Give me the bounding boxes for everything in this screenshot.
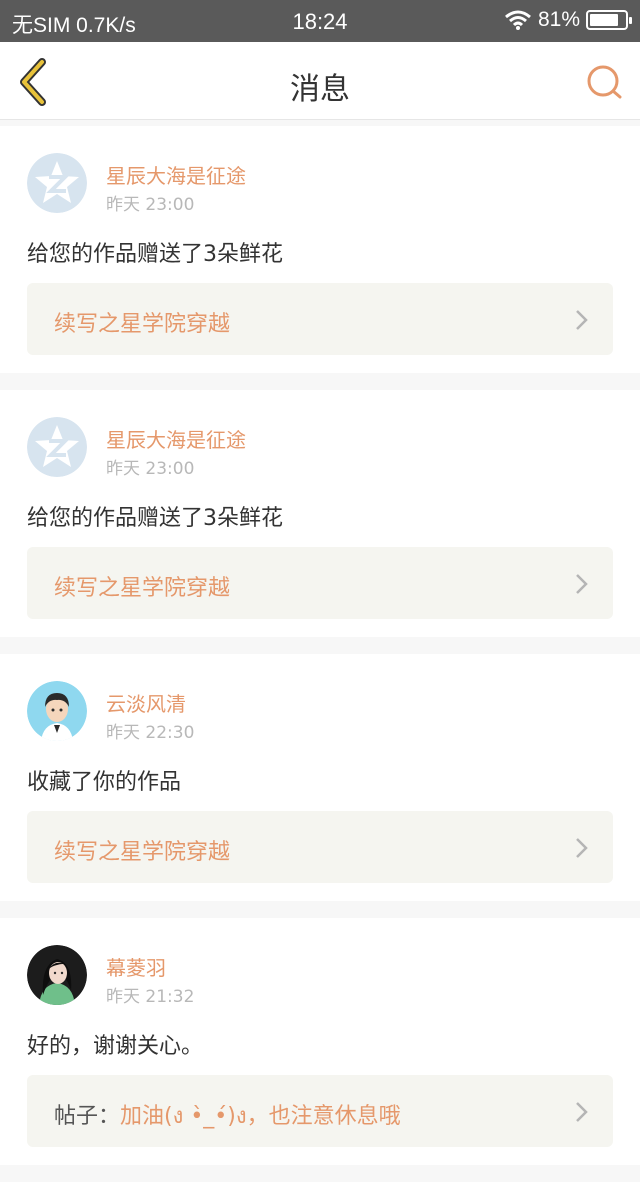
work-link[interactable]: 续写之星学院穿越	[27, 547, 613, 619]
message-time: 昨天 23:00	[106, 459, 195, 479]
sender-name[interactable]: 幕菱羽	[106, 952, 166, 981]
nav-bar: 消息	[0, 42, 640, 120]
message-time: 昨天 21:32	[106, 987, 195, 1007]
message-text: 给您的作品赠送了3朵鲜花	[27, 242, 283, 267]
work-link-label: 续写之星学院穿越	[54, 306, 230, 338]
link-title: 加油(ง •̀_•́)ง，也注意休息哦	[120, 1104, 401, 1129]
cartoon-boy-avatar[interactable]	[27, 681, 87, 741]
wifi-icon	[505, 10, 531, 30]
search-icon[interactable]	[584, 62, 624, 102]
page-title: 消息	[290, 72, 350, 107]
message-card: 星辰大海是征途 昨天 23:00 给您的作品赠送了3朵鲜花 续写之星学院穿越	[0, 390, 640, 637]
default-avatar[interactable]	[27, 417, 87, 477]
message-text: 收藏了你的作品	[27, 770, 182, 795]
post-link[interactable]: 帖子：加油(ง •̀_•́)ง，也注意休息哦	[27, 1075, 613, 1147]
message-text: 好的，谢谢关心。	[27, 1034, 204, 1059]
work-link[interactable]: 续写之星学院穿越	[27, 283, 613, 355]
work-link-label: 续写之星学院穿越	[54, 570, 230, 602]
work-link[interactable]: 续写之星学院穿越	[27, 811, 613, 883]
message-text: 给您的作品赠送了3朵鲜花	[27, 506, 283, 531]
chevron-right-icon	[576, 574, 588, 594]
battery-icon	[586, 10, 632, 30]
chevron-right-icon	[576, 310, 588, 330]
message-time: 昨天 22:30	[106, 723, 195, 743]
link-title: 续写之星学院穿越	[54, 312, 231, 337]
status-bar: 无SIM 0.7K/s 18:24 81%	[0, 0, 640, 42]
sender-name[interactable]: 星辰大海是征途	[106, 160, 246, 189]
default-avatar[interactable]	[27, 153, 87, 213]
message-card: 幕菱羽 昨天 21:32 好的，谢谢关心。 帖子：加油(ง •̀_•́)ง，也注…	[0, 918, 640, 1165]
sender-name[interactable]: 云淡风清	[106, 688, 186, 717]
girl-photo-avatar[interactable]	[27, 945, 87, 1005]
battery-percent: 81%	[537, 8, 580, 31]
chevron-right-icon	[576, 838, 588, 858]
post-link-label: 帖子：加油(ง •̀_•́)ง，也注意休息哦	[54, 1098, 401, 1133]
link-prefix: 帖子：	[54, 1104, 121, 1129]
message-card: 星辰大海是征途 昨天 23:00 给您的作品赠送了3朵鲜花 续写之星学院穿越	[0, 126, 640, 373]
link-title: 续写之星学院穿越	[54, 840, 231, 865]
message-list: 星辰大海是征途 昨天 23:00 给您的作品赠送了3朵鲜花 续写之星学院穿越 星…	[0, 126, 640, 1182]
link-title: 续写之星学院穿越	[54, 576, 231, 601]
sender-name[interactable]: 星辰大海是征途	[106, 424, 246, 453]
message-card: 云淡风清 昨天 22:30 收藏了你的作品 续写之星学院穿越	[0, 654, 640, 901]
chevron-right-icon	[576, 1102, 588, 1122]
message-time: 昨天 23:00	[106, 195, 195, 215]
battery-fill	[590, 14, 618, 26]
status-right: 81%	[504, 8, 632, 32]
work-link-label: 续写之星学院穿越	[54, 834, 230, 866]
